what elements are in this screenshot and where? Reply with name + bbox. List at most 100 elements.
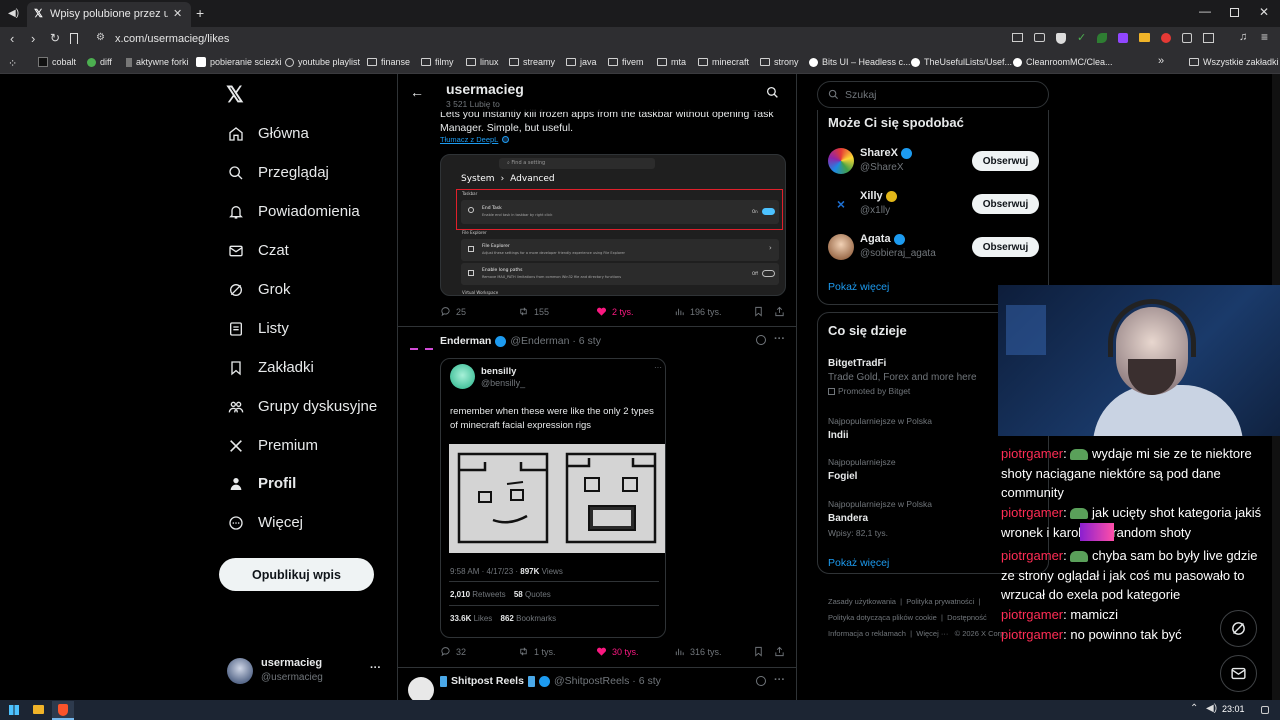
bookmark-fivem[interactable]: fivem (608, 57, 644, 67)
author-meta[interactable]: @Enderman · 6 sty (510, 335, 601, 347)
playlist-icon[interactable]: ♫ (1239, 31, 1247, 43)
publish-post-button[interactable]: Opublikuj wpis (219, 558, 374, 591)
views-button[interactable]: 316 tys. (674, 646, 722, 657)
nav-premium[interactable]: Premium (228, 437, 318, 454)
tweet-more-icon[interactable]: ··· (774, 674, 785, 686)
bookmark-strony[interactable]: strony (760, 57, 799, 67)
x-logo-icon[interactable]: 𝕏 (226, 82, 244, 108)
translate-link[interactable]: Tłumacz z DeepL (440, 135, 510, 144)
leaf-extension-icon[interactable] (1097, 33, 1108, 43)
bookmark-cobalt[interactable]: cobalt (38, 57, 76, 67)
screen-icon[interactable] (1012, 33, 1023, 42)
bookmark-mta[interactable]: mta (657, 57, 686, 67)
minimize-icon[interactable]: — (1199, 4, 1211, 18)
back-arrow-icon[interactable]: ← (410, 84, 424, 100)
tray-chevron-icon[interactable]: ⌃ (1190, 703, 1198, 714)
bookmark-youtube-playlist[interactable]: youtube playlist (285, 57, 360, 67)
footer-more[interactable]: Więcej ··· (916, 629, 948, 638)
nav-more[interactable]: Więcej (228, 514, 303, 531)
trend-item[interactable]: Najpopularniejsze w Polska Indii (828, 416, 998, 441)
footer-terms[interactable]: Zasady użytkowania (828, 597, 896, 606)
views-button[interactable]: 196 tys. (674, 306, 722, 317)
url-field[interactable]: x.com/usermacieg/likes (115, 33, 229, 45)
author-name[interactable]: Enderman (440, 335, 491, 347)
new-tab-icon[interactable]: + (196, 5, 204, 21)
brave-taskbar-icon[interactable] (52, 701, 74, 720)
site-settings-icon[interactable]: ⚙ (96, 32, 105, 43)
nav-communities[interactable]: Grupy dyskusyjne (228, 398, 377, 415)
reply-button[interactable]: 25 (440, 306, 466, 317)
trends-show-more-link[interactable]: Pokaż więcej (828, 557, 889, 569)
clock[interactable]: 23:01 (1222, 704, 1245, 714)
search-icon[interactable] (766, 86, 779, 99)
back-icon[interactable]: ‹ (10, 31, 14, 46)
notification-icon[interactable] (1261, 706, 1269, 714)
nav-chat[interactable]: Czat (228, 242, 289, 259)
trend-item[interactable]: Najpopularniejsze w Polska Bandera Wpisy… (828, 499, 998, 538)
nav-home[interactable]: Główna (228, 125, 309, 142)
bookmark-usefullists[interactable]: TheUsefulLists/Usef... (911, 57, 1012, 67)
menu-icon[interactable]: ≡ (1261, 30, 1268, 44)
browser-tab[interactable]: 𝕏 Wpisy polubione przez usermacieg ✕ (27, 2, 191, 27)
forward-icon[interactable]: › (31, 31, 35, 46)
bookmark-minecraft[interactable]: minecraft (698, 57, 749, 67)
share-icon[interactable] (1034, 33, 1045, 42)
grok-analyze-icon[interactable] (756, 335, 766, 345)
messages-floating-button[interactable] (1220, 655, 1257, 692)
volume-icon[interactable]: ◀) (1206, 703, 1217, 714)
nav-profile[interactable]: Profil (228, 475, 296, 492)
footer-ads[interactable]: Informacja o reklamach (828, 629, 906, 638)
restore-icon[interactable] (1230, 8, 1239, 17)
sidebar-toggle-icon[interactable] (1203, 33, 1215, 43)
bookmark-java[interactable]: java (566, 57, 597, 67)
nav-lists[interactable]: Listy (228, 320, 289, 337)
author-name[interactable]: Shitpost Reels (451, 675, 524, 687)
pen-extension-icon[interactable] (1161, 33, 1172, 43)
trend-item[interactable]: Najpopularniejsze Fogiel (828, 457, 998, 482)
share-button[interactable] (774, 646, 785, 657)
footer-access[interactable]: Dostępność (947, 613, 987, 622)
check-extension-icon[interactable]: ✓ (1077, 33, 1086, 44)
windows-start-icon[interactable] (9, 705, 19, 715)
puzzle-extension-icon[interactable] (1182, 33, 1193, 43)
search-box[interactable]: Szukaj (817, 81, 1049, 108)
bookmark-filmy[interactable]: filmy (421, 57, 454, 67)
promo-trend[interactable]: BitgetTradFi Trade Gold, Forex and more … (828, 358, 998, 396)
like-button[interactable]: 2 tys. (596, 306, 634, 317)
folder-extension-icon[interactable] (1139, 33, 1151, 42)
account-switcher[interactable]: usermacieg @usermacieg ··· (227, 656, 387, 686)
bookmark-bits-ui[interactable]: Bits UI – Headless c... (809, 57, 911, 67)
repost-button[interactable]: 155 (518, 306, 549, 317)
brave-shield-icon[interactable] (1056, 33, 1066, 44)
repost-button[interactable]: 1 tys. (518, 646, 556, 657)
bookmark-cleanroom[interactable]: CleanroomMC/Clea... (1013, 57, 1113, 67)
account-more-icon[interactable]: ··· (370, 662, 381, 674)
close-window-icon[interactable]: ✕ (1259, 5, 1269, 19)
footer-privacy[interactable]: Polityka prywatności (906, 597, 974, 606)
bookmark-aktywne-forki[interactable]: aktywne forki (126, 57, 189, 67)
nav-explore[interactable]: Przeglądaj (228, 164, 329, 181)
twitch-extension-icon[interactable] (1118, 33, 1129, 43)
bookmark-linux[interactable]: linux (466, 57, 499, 67)
nav-bookmarks[interactable]: Zakładki (228, 359, 314, 376)
author-meta[interactable]: @ShitpostReels · 6 sty (554, 675, 661, 687)
sound-icon[interactable]: ◀) (8, 8, 19, 19)
bookmark-pobieranie[interactable]: pobieranie sciezki (196, 57, 282, 67)
follow-button[interactable]: Obserwuj (972, 194, 1039, 214)
reply-button[interactable]: 32 (440, 646, 466, 657)
share-button[interactable] (774, 306, 785, 317)
bookmark-diff[interactable]: diff (87, 57, 112, 67)
all-bookmarks[interactable]: Wszystkie zakładki (1189, 57, 1279, 67)
more-bookmarks-icon[interactable]: » (1158, 55, 1164, 67)
follow-button[interactable]: Obserwuj (972, 151, 1039, 171)
bookmark-finanse[interactable]: finanse (367, 57, 410, 67)
nav-grok[interactable]: Grok (228, 281, 291, 298)
grok-analyze-icon[interactable] (756, 676, 766, 686)
apps-grid-icon[interactable]: ⁘ (8, 57, 17, 70)
shitpost-avatar[interactable] (408, 677, 434, 700)
close-tab-icon[interactable]: ✕ (173, 7, 182, 20)
bookmark-page-icon[interactable] (70, 33, 78, 44)
footer-cookies[interactable]: Polityka dotycząca plików cookie (828, 613, 937, 622)
bookmark-button[interactable] (753, 646, 764, 657)
tweet-image[interactable]: ⌕ Find a setting System › Advanced Taskb… (440, 154, 786, 296)
